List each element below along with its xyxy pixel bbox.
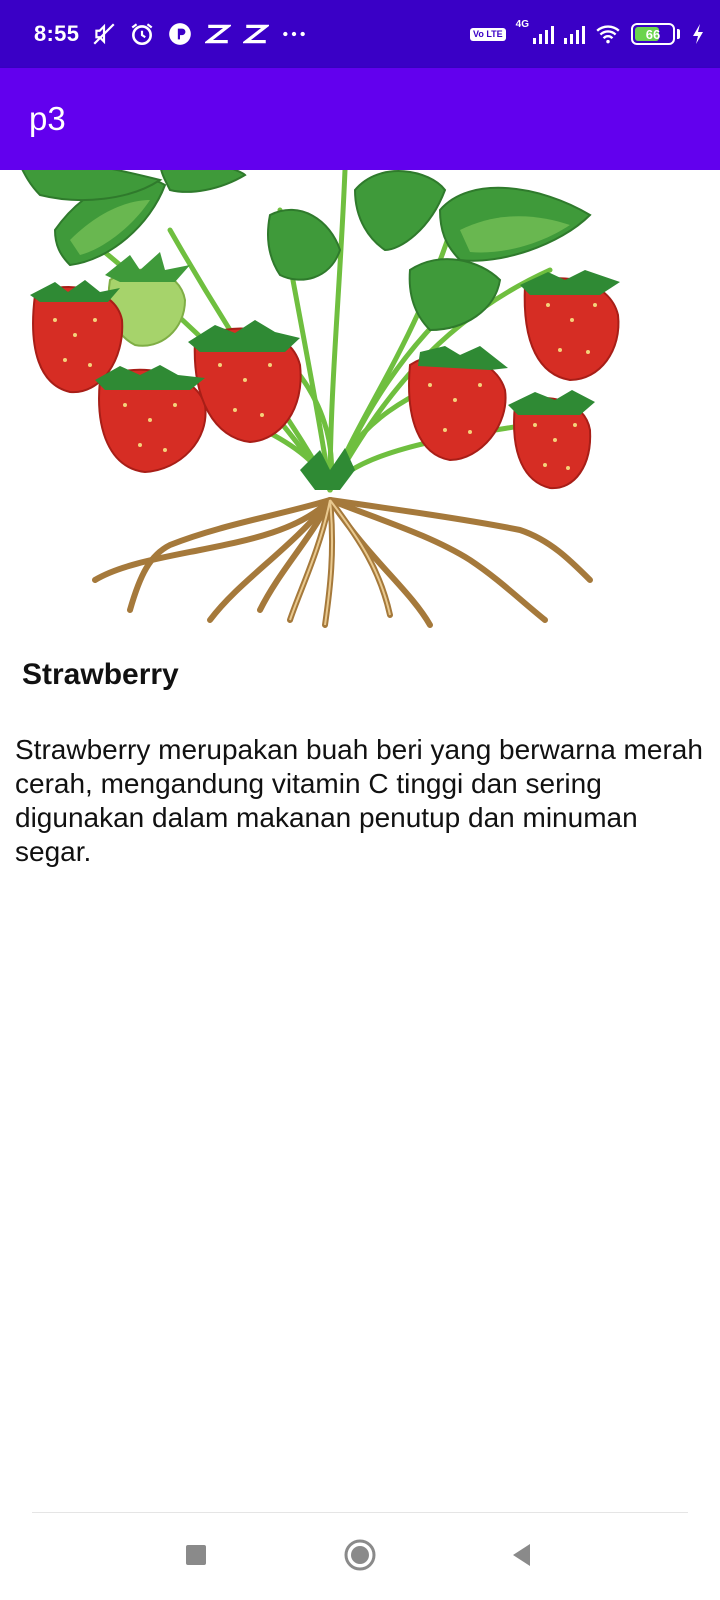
signal-icon bbox=[533, 24, 554, 44]
home-icon bbox=[344, 1539, 376, 1571]
fruit-description: Strawberry merupakan buah beri yang berw… bbox=[15, 734, 703, 867]
alarm-icon bbox=[129, 21, 155, 47]
strawberry-plant-illustration bbox=[21, 170, 620, 628]
status-bar: 8:55 Vo LTE 4G 66 bbox=[0, 0, 720, 68]
app-bar: p3 bbox=[0, 68, 720, 170]
back-icon bbox=[513, 1544, 530, 1566]
more-icon bbox=[281, 21, 307, 47]
capcut-icon bbox=[205, 21, 232, 47]
status-right: Vo LTE 4G 66 bbox=[469, 18, 706, 47]
app-icon bbox=[167, 21, 193, 47]
status-left: 8:55 bbox=[34, 21, 307, 47]
battery-label: 66 bbox=[645, 26, 661, 42]
wifi-icon bbox=[595, 21, 621, 47]
back-button[interactable] bbox=[500, 1533, 544, 1577]
volte-icon: Vo LTE bbox=[469, 27, 506, 41]
battery-icon: 66 bbox=[631, 23, 675, 45]
capcut-icon bbox=[243, 21, 270, 47]
charging-icon bbox=[690, 21, 706, 47]
mute-icon bbox=[91, 21, 117, 47]
fruit-title: Strawberry bbox=[22, 658, 179, 691]
network-type-label: 4G bbox=[515, 18, 529, 30]
strawberry-plant-image bbox=[0, 170, 720, 630]
app-title: p3 bbox=[29, 100, 66, 137]
home-button[interactable] bbox=[338, 1533, 382, 1577]
navigation-bar bbox=[0, 1513, 720, 1600]
status-time: 8:55 bbox=[34, 21, 80, 46]
recents-button[interactable] bbox=[174, 1533, 218, 1577]
battery-tip bbox=[677, 29, 680, 39]
signal-icon bbox=[564, 24, 585, 44]
recents-icon bbox=[186, 1545, 206, 1565]
